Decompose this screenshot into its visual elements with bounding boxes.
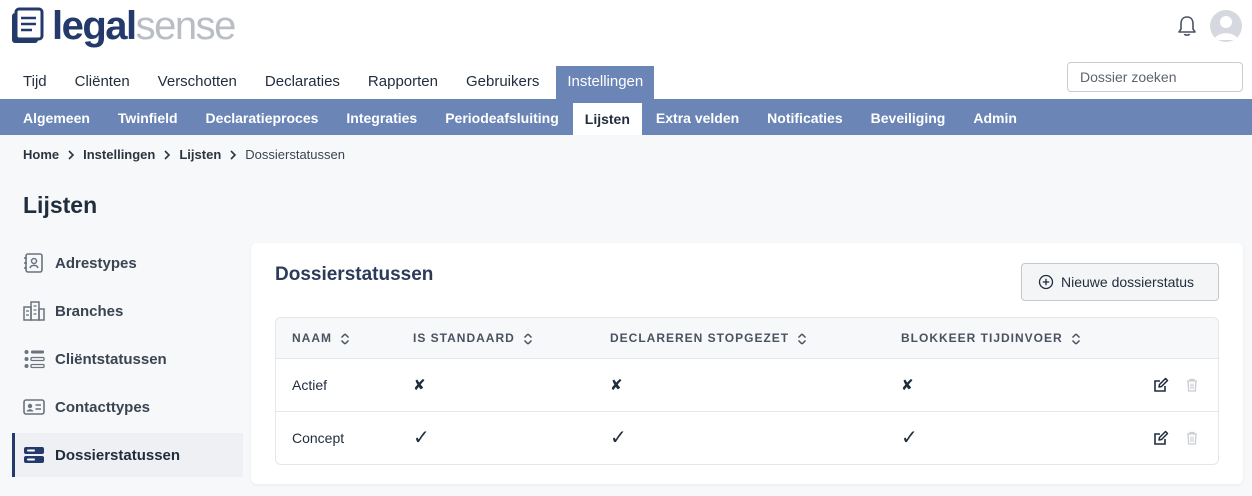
dossierstatussen-card: Dossierstatussen Nieuwe dossierstatus NA… xyxy=(251,243,1243,484)
id-card-icon xyxy=(23,399,45,415)
cell-is-standaard: ✓ xyxy=(413,427,430,449)
column-header-blokkeer-tijdinvoer[interactable]: BLOKKEER TIJDINVOER xyxy=(901,318,1081,359)
buildings-icon xyxy=(23,301,45,321)
new-dossierstatus-button[interactable]: Nieuwe dossierstatus xyxy=(1021,263,1219,301)
cell-blokkeer-tijdinvoer: ✘ xyxy=(901,377,914,394)
breadcrumb-instellingen[interactable]: Instellingen xyxy=(83,147,155,162)
header: legalsense Tijd Cliënten Verschotten Dec… xyxy=(0,0,1252,99)
sort-icon xyxy=(340,332,350,345)
sidebar-item-branches[interactable]: Branches xyxy=(12,289,243,333)
logo[interactable]: legalsense xyxy=(10,4,237,48)
main-nav-gebruikers[interactable]: Gebruikers xyxy=(455,66,550,99)
sub-nav-periodeafsluiting[interactable]: Periodeafsluiting xyxy=(431,99,573,135)
card-title: Dossierstatussen xyxy=(275,264,434,285)
sub-nav-beveiliging[interactable]: Beveiliging xyxy=(857,99,960,135)
server-status-icon xyxy=(24,447,44,463)
cell-name: Actief xyxy=(292,377,328,393)
trash-icon[interactable] xyxy=(1184,430,1200,446)
sort-icon xyxy=(1071,332,1080,345)
main-nav-rapporten[interactable]: Rapporten xyxy=(357,66,449,99)
logo-text-sense: sense xyxy=(135,4,237,48)
sort-icon xyxy=(523,332,532,345)
logo-text-legal: legal xyxy=(52,4,137,48)
dossierstatus-table: NAAM IS STANDAARD DECLAREREN STOPGEZET B… xyxy=(275,317,1219,465)
main-nav-verschotten[interactable]: Verschotten xyxy=(147,66,248,99)
main-nav-tijd[interactable]: Tijd xyxy=(12,66,58,99)
column-header-label: IS STANDAARD xyxy=(413,331,515,345)
main-nav-instellingen[interactable]: Instellingen xyxy=(556,66,655,99)
sidebar-item-adrestypes[interactable]: Adrestypes xyxy=(12,241,243,285)
logo-icon xyxy=(12,7,44,43)
sidebar-item-label: Dossierstatussen xyxy=(55,446,181,464)
cell-declareren-stopgezet: ✓ xyxy=(610,427,627,449)
sidebar-item-label: Adrestypes xyxy=(55,254,137,272)
sub-nav-declaratieproces[interactable]: Declaratieproces xyxy=(192,99,333,135)
sidebar-item-label: Branches xyxy=(55,302,124,320)
column-header-label: DECLAREREN STOPGEZET xyxy=(610,331,790,345)
column-header-label: NAAM xyxy=(292,331,332,345)
chevron-right-icon xyxy=(230,149,237,160)
sidebar-item-dossierstatussen[interactable]: Dossierstatussen xyxy=(12,433,243,477)
sub-nav-integraties[interactable]: Integraties xyxy=(332,99,431,135)
sub-nav-algemeen[interactable]: Algemeen xyxy=(9,99,104,135)
user-avatar[interactable] xyxy=(1210,10,1242,42)
column-header-declareren-stopgezet[interactable]: DECLAREREN STOPGEZET xyxy=(610,318,807,359)
sidebar-item-label: Contacttypes xyxy=(55,398,151,416)
new-button-label: Nieuwe dossierstatus xyxy=(1061,274,1195,290)
notification-bell-icon[interactable] xyxy=(1176,14,1198,38)
column-header-is-standaard[interactable]: IS STANDAARD xyxy=(413,318,533,359)
cell-is-standaard: ✘ xyxy=(413,377,426,394)
page-title: Lijsten xyxy=(23,192,98,218)
table-row: Concept ✓ ✓ ✓ xyxy=(276,412,1218,464)
table-row: Actief ✘ ✘ ✘ xyxy=(276,359,1218,412)
chevron-right-icon xyxy=(68,149,75,160)
plus-circle-icon xyxy=(1038,274,1054,290)
sub-nav-extra-velden[interactable]: Extra velden xyxy=(642,99,753,135)
main-nav-clienten[interactable]: Cliënten xyxy=(64,66,141,99)
list-status-icon xyxy=(24,350,45,369)
user-avatar-icon xyxy=(1214,16,1238,40)
breadcrumb-lijsten[interactable]: Lijsten xyxy=(179,147,221,162)
breadcrumb: Home Instellingen Lijsten Dossierstatuss… xyxy=(23,147,345,162)
trash-icon[interactable] xyxy=(1184,377,1200,393)
column-header-naam[interactable]: NAAM xyxy=(292,318,350,359)
sub-nav-twinfield[interactable]: Twinfield xyxy=(104,99,192,135)
chevron-right-icon xyxy=(164,149,171,160)
dossier-search-input[interactable] xyxy=(1067,62,1243,92)
sub-nav-notificaties[interactable]: Notificaties xyxy=(753,99,856,135)
main-nav: Tijd Cliënten Verschotten Declaraties Ra… xyxy=(12,66,660,99)
sub-nav-lijsten[interactable]: Lijsten xyxy=(572,103,642,135)
sidebar: Adrestypes Branches Cliëntstatussen Cont… xyxy=(12,241,243,481)
address-book-icon xyxy=(24,253,43,273)
cell-blokkeer-tijdinvoer: ✓ xyxy=(901,427,918,449)
sub-nav: Algemeen Twinfield Declaratieproces Inte… xyxy=(0,99,1252,135)
table-header: NAAM IS STANDAARD DECLAREREN STOPGEZET B… xyxy=(276,318,1218,359)
main-nav-declaraties[interactable]: Declaraties xyxy=(254,66,351,99)
cell-name: Concept xyxy=(292,430,345,446)
breadcrumb-current: Dossierstatussen xyxy=(245,147,345,162)
sub-nav-admin[interactable]: Admin xyxy=(959,99,1031,135)
sidebar-item-clientstatussen[interactable]: Cliëntstatussen xyxy=(12,337,243,381)
cell-declareren-stopgezet: ✘ xyxy=(610,377,623,394)
breadcrumb-home[interactable]: Home xyxy=(23,147,59,162)
column-header-label: BLOKKEER TIJDINVOER xyxy=(901,331,1063,345)
sidebar-item-contacttypes[interactable]: Contacttypes xyxy=(12,385,243,429)
sidebar-item-label: Cliëntstatussen xyxy=(55,350,167,368)
edit-icon[interactable] xyxy=(1153,430,1169,446)
edit-icon[interactable] xyxy=(1153,377,1169,393)
sort-icon xyxy=(798,332,807,345)
